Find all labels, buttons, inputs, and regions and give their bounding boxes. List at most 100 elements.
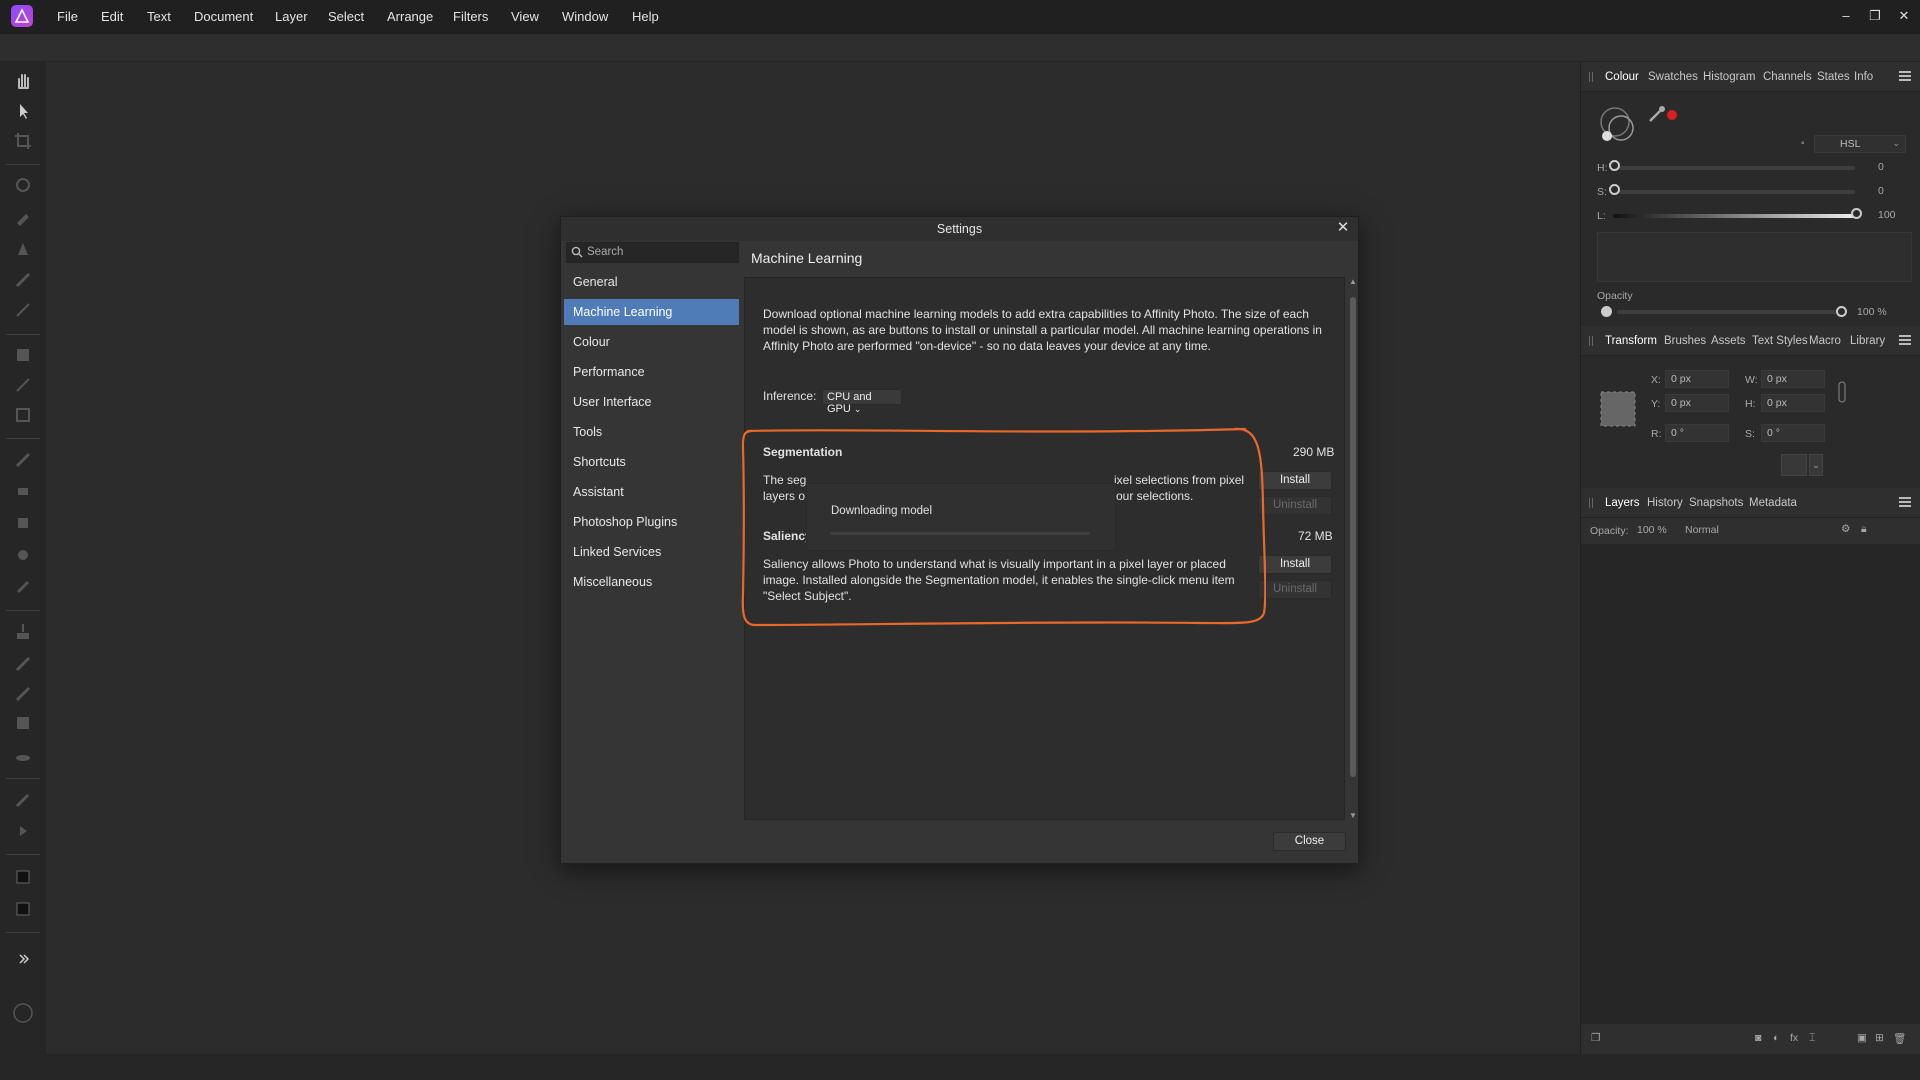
scroll-thumb[interactable] [1350,297,1356,777]
colour-panel-menu-icon[interactable] [1899,71,1911,81]
colour-wheel-icon[interactable] [12,1002,34,1024]
dodge-tool-icon[interactable] [12,652,34,674]
s-slider-knob[interactable] [1609,184,1620,195]
opacity-slider[interactable] [1617,310,1839,314]
colour-mode-select[interactable]: ▪ HSL ⌄ [1801,135,1906,153]
eraser-tool-icon[interactable] [12,480,34,502]
scroll-down-icon[interactable]: ▼ [1349,811,1357,820]
clone-tool-icon[interactable] [12,512,34,534]
flood-select-icon[interactable] [12,206,34,228]
fx-icon[interactable]: fx [1790,1032,1798,1044]
segmentation-uninstall-button[interactable]: Uninstall [1258,496,1332,515]
menu-help[interactable]: Help [632,9,659,24]
shape-tool-icon[interactable] [12,344,34,366]
retouch-tool-icon[interactable] [12,576,34,598]
nav-machine-learning[interactable]: Machine Learning [564,299,739,325]
blend-mode-select[interactable]: Normal [1685,524,1719,536]
layers-opacity-value[interactable]: 100 % [1637,524,1667,536]
transform-panel-menu-icon[interactable] [1899,335,1911,345]
menu-layer[interactable]: Layer [275,9,308,24]
menu-edit[interactable]: Edit [101,9,123,24]
h-slider[interactable] [1613,166,1855,170]
tab-history[interactable]: History [1647,497,1683,509]
l-slider-knob[interactable] [1851,208,1862,219]
rotation-field[interactable]: 0 ° [1665,424,1729,442]
close-window-button[interactable]: ✕ [1892,6,1916,26]
colour-circles-icon[interactable] [1597,104,1639,146]
tab-transform[interactable]: Transform [1605,335,1657,347]
menu-file[interactable]: File [57,9,78,24]
saliency-install-button[interactable]: Install [1258,555,1332,574]
stamp-tool-icon[interactable] [12,620,34,642]
tab-histogram[interactable]: Histogram [1703,71,1755,83]
live-filter-icon[interactable]: ⌶ [1809,1032,1815,1045]
menu-view[interactable]: View [511,9,539,24]
tab-library[interactable]: Library [1850,335,1885,347]
nav-photoshop-plugins[interactable]: Photoshop Plugins [564,509,739,535]
burn-tool-icon[interactable] [12,682,34,704]
saliency-uninstall-button[interactable]: Uninstall [1258,580,1332,599]
hand-tool-icon[interactable] [12,70,34,92]
restore-button[interactable]: ❐ [1863,6,1887,26]
h-value[interactable]: 0 [1878,161,1884,173]
close-button[interactable]: Close [1273,832,1346,851]
nav-assistant[interactable]: Assistant [564,479,739,505]
tab-assets[interactable]: Assets [1711,335,1746,347]
node-tool-icon[interactable] [12,374,34,396]
x-field[interactable]: 0 px [1665,370,1729,388]
group-icon[interactable]: ▣ [1857,1032,1867,1044]
segmentation-install-button[interactable]: Install [1258,471,1332,490]
inference-select[interactable]: CPU and GPU ⌄ [822,389,902,415]
h-slider-knob[interactable] [1609,160,1620,171]
scroll-up-icon[interactable]: ▲ [1349,277,1357,286]
menu-arrange[interactable]: Arrange [387,9,433,24]
frame-tool-icon[interactable] [12,404,34,426]
s-value[interactable]: 0 [1878,185,1884,197]
layer-stack-icon[interactable]: ❐ [1591,1032,1600,1044]
tab-channels[interactable]: Channels [1763,71,1812,83]
gradient-tool-icon[interactable] [12,712,34,734]
s-slider[interactable] [1613,190,1855,194]
selection-brush-icon[interactable] [12,174,34,196]
l-value[interactable]: 100 [1878,209,1896,221]
move-tool-icon[interactable] [12,100,34,122]
l-slider[interactable] [1613,214,1855,218]
tab-info[interactable]: Info [1854,71,1873,83]
menu-window[interactable]: Window [562,9,608,24]
w-field[interactable]: 0 px [1761,370,1825,388]
trash-icon[interactable]: 🗑︎ [1893,1032,1906,1045]
y-field[interactable]: 0 px [1665,394,1729,412]
nav-tools[interactable]: Tools [564,419,739,445]
opacity-value[interactable]: 100 % [1857,306,1887,318]
settings-search-input[interactable]: Search [566,242,739,263]
smudge-tool-icon[interactable] [12,544,34,566]
background-colour-icon[interactable] [12,898,34,920]
gear-icon[interactable]: ⚙ [1841,523,1850,535]
active-colour-swatch[interactable] [1667,110,1677,120]
adjustment-icon[interactable]: ◐ [1773,1032,1779,1044]
nav-user-interface[interactable]: User Interface [564,389,739,415]
anchor-point-icon[interactable] [1599,390,1637,428]
tab-colour[interactable]: Colour [1605,71,1639,83]
pencil-tool-icon[interactable] [12,298,34,320]
brush-tool-icon[interactable] [12,268,34,290]
menu-text[interactable]: Text [147,9,171,24]
layers-panel-menu-icon[interactable] [1899,497,1911,507]
opacity-slider-knob[interactable] [1836,306,1847,317]
crop-tool-icon[interactable] [12,130,34,152]
eyedropper-icon[interactable] [1647,104,1667,124]
link-aspect-icon[interactable] [1837,380,1849,404]
transform-origin-button[interactable] [1781,454,1807,476]
lock-icon[interactable]: ▪ [1801,138,1805,149]
foreground-colour-icon[interactable] [12,866,34,888]
text-tool-icon[interactable] [12,820,34,842]
layers-list[interactable] [1581,544,1920,1024]
fill-tool-icon[interactable] [12,744,34,766]
tab-text-styles[interactable]: Text Styles [1752,335,1808,347]
dialog-close-icon[interactable]: ✕ [1334,219,1352,237]
pen-tool-icon[interactable] [12,238,34,260]
opacity-knob-left[interactable] [1601,306,1612,317]
h-field[interactable]: 0 px [1761,394,1825,412]
menu-select[interactable]: Select [328,9,364,24]
tab-brushes[interactable]: Brushes [1664,335,1706,347]
